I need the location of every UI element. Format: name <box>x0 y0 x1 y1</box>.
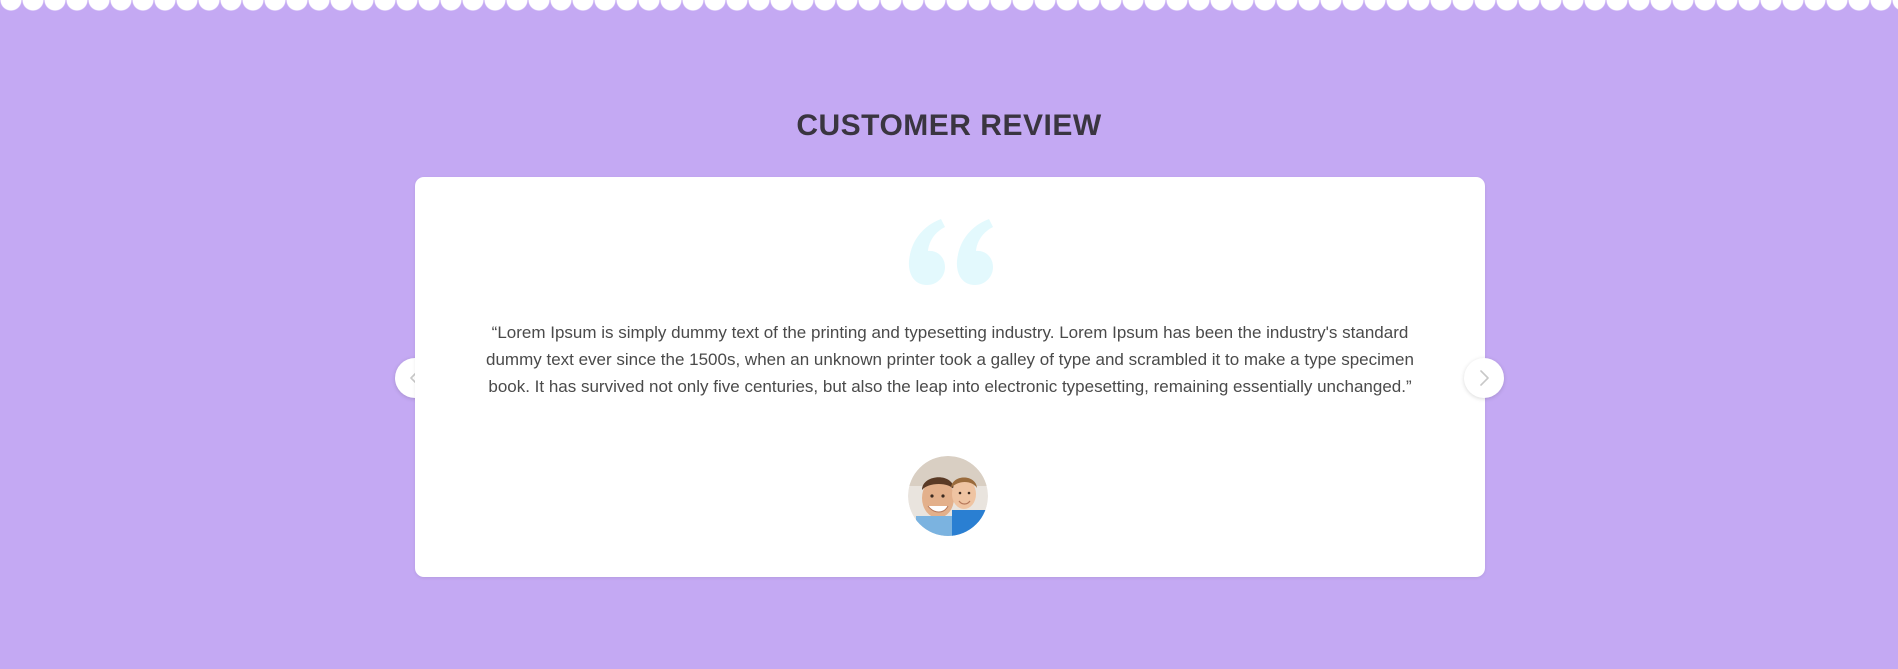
chevron-right-icon <box>1480 370 1489 386</box>
scalloped-top-border <box>0 0 1898 22</box>
review-card: “Lorem Ipsum is simply dummy text of the… <box>415 177 1485 577</box>
customer-review-section: CUSTOMER REVIEW “Lorem Ipsum is simply d… <box>0 0 1898 669</box>
review-text: “Lorem Ipsum is simply dummy text of the… <box>486 323 1414 396</box>
carousel-next-button[interactable] <box>1464 358 1504 398</box>
customer-avatar <box>908 456 988 536</box>
section-title: CUSTOMER REVIEW <box>796 109 1102 142</box>
quote-icon <box>908 219 993 285</box>
